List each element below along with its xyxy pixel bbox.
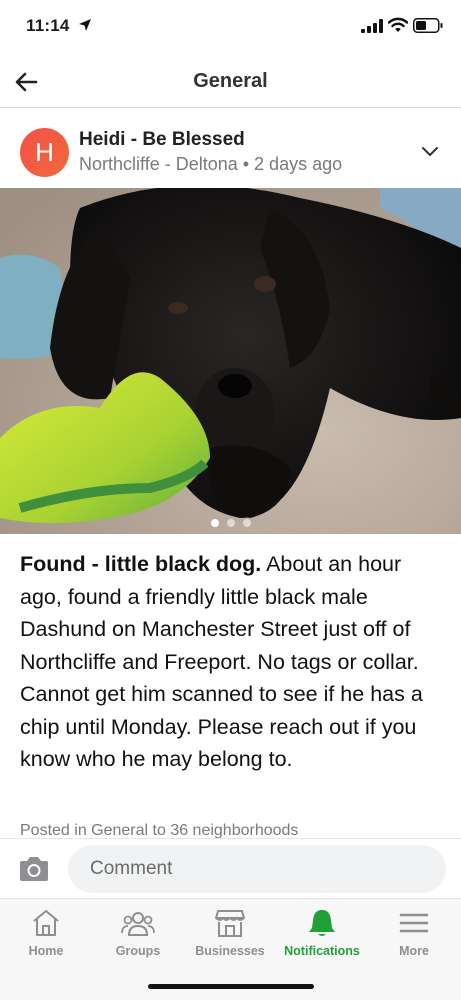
groups-icon	[121, 912, 155, 936]
tab-groups[interactable]: Groups	[92, 907, 184, 958]
post-meta: Northcliffe - Deltona • 2 days ago	[79, 154, 343, 174]
page-title: General	[193, 70, 268, 92]
home-indicator	[148, 984, 314, 989]
carousel-dot[interactable]	[242, 519, 251, 527]
post-text: About an hour ago, found a friendly litt…	[20, 552, 423, 771]
status-time: 11:14	[26, 16, 70, 35]
tab-more[interactable]: More	[368, 907, 460, 958]
carousel-dots	[0, 514, 461, 532]
dog-photo-image	[0, 188, 461, 534]
tab-notifications[interactable]: Notifications	[276, 907, 368, 958]
camera-icon[interactable]	[18, 855, 50, 883]
tab-businesses[interactable]: Businesses	[184, 907, 276, 958]
tab-home[interactable]: Home	[0, 907, 92, 958]
tab-label-notifications: Notifications	[284, 944, 360, 958]
tab-label-more: More	[399, 944, 429, 958]
tab-label-groups: Groups	[115, 944, 161, 958]
avatar[interactable]: H	[20, 128, 69, 177]
comment-input[interactable]	[68, 845, 446, 893]
businesses-icon	[215, 910, 245, 937]
carousel-dot[interactable]	[226, 519, 235, 527]
tab-label-businesses: Businesses	[195, 944, 265, 958]
carousel-dot[interactable]	[210, 519, 219, 527]
nav-header: General	[0, 56, 461, 108]
status-bar: 11:14	[0, 0, 461, 56]
tab-label-home: Home	[28, 944, 64, 958]
post-headline: Found - little black dog.	[20, 552, 262, 576]
wifi-icon	[388, 17, 408, 32]
menu-icon	[399, 913, 429, 933]
comment-bar	[0, 838, 461, 898]
post-author[interactable]: Heidi - Be Blessed	[79, 129, 245, 151]
location-arrow-icon	[79, 19, 91, 31]
bell-icon	[309, 910, 335, 936]
chevron-down-icon[interactable]	[420, 142, 440, 162]
post-header: H Heidi - Be Blessed Northcliffe - Delto…	[0, 108, 461, 188]
battery-icon	[413, 18, 443, 33]
signal-icon	[361, 19, 383, 33]
post-photo[interactable]	[0, 188, 461, 534]
home-icon	[33, 910, 59, 936]
post-body: Found - little black dog. About an hour …	[20, 548, 445, 776]
